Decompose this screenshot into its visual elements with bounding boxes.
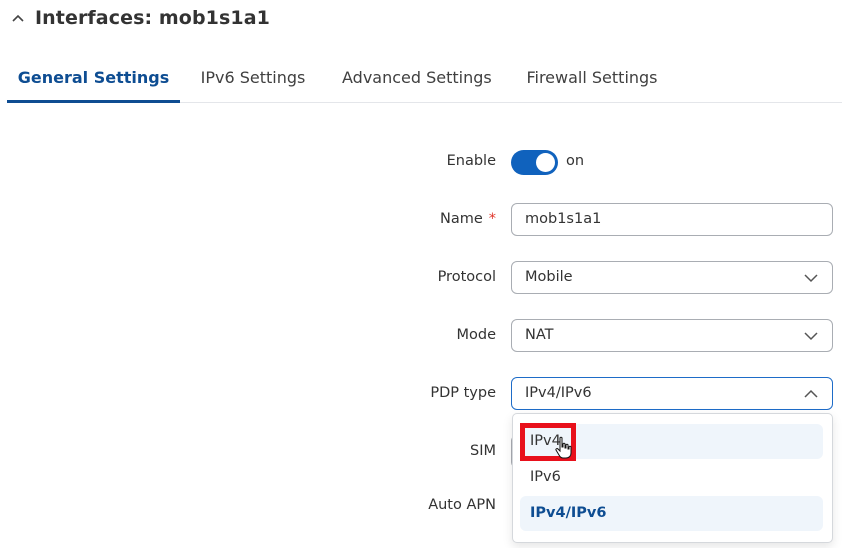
chevron-up-icon [804,386,818,400]
toggle-knob [536,153,555,172]
pdp-type-label: PDP type [430,385,496,401]
pdp-type-select[interactable]: IPv4/IPv6 [511,377,833,410]
chevron-down-icon [804,328,818,342]
name-label-text: Name [439,211,483,227]
page-header: Interfaces: mob1s1a1 [8,2,270,34]
chevron-down-icon [804,270,818,284]
tab-firewall-settings[interactable]: Firewall Settings [526,56,658,100]
enable-state-text: on [566,153,585,169]
page-title: Interfaces: mob1s1a1 [35,7,270,29]
name-label: Name * [440,211,496,227]
mode-value: NAT [525,327,554,343]
option-ipv6[interactable]: IPv6 [520,460,823,495]
chevron-up-icon[interactable] [8,8,28,28]
tab-general-settings[interactable]: General Settings [7,56,180,103]
name-input[interactable] [525,204,815,235]
protocol-value: Mobile [525,269,573,285]
enable-label: Enable [446,153,496,169]
pdp-type-value: IPv4/IPv6 [525,385,592,401]
tab-advanced-settings[interactable]: Advanced Settings [342,56,492,100]
sim-label: SIM [470,443,496,459]
protocol-select[interactable]: Mobile [511,261,833,294]
auto-apn-label: Auto APN [428,497,496,513]
enable-toggle[interactable] [511,150,558,175]
tab-bar: General Settings IPv6 Settings Advanced … [7,56,842,103]
mode-select[interactable]: NAT [511,319,833,352]
required-mark: * [488,211,496,227]
option-ipv4-ipv6[interactable]: IPv4/IPv6 [520,496,823,531]
tab-ipv6-settings[interactable]: IPv6 Settings [191,56,315,100]
mode-label: Mode [456,327,496,343]
pdp-type-dropdown: IPv4 IPv6 IPv4/IPv6 [512,413,833,543]
hand-pointer-icon [553,436,573,460]
name-field-box [511,203,833,236]
protocol-label: Protocol [437,269,496,285]
